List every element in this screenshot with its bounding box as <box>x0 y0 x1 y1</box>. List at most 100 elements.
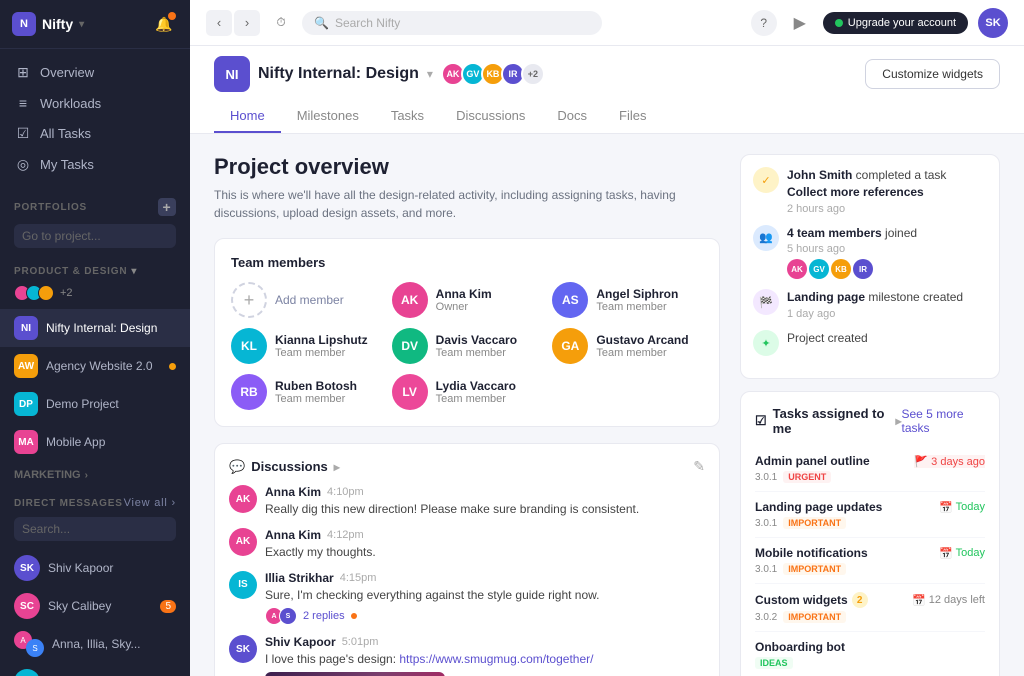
upgrade-btn[interactable]: Upgrade your account <box>823 12 968 34</box>
discussions-label: Discussions <box>251 459 328 474</box>
dm-view-all[interactable]: View all › <box>124 497 176 509</box>
team-av-ruben: RB <box>231 374 267 410</box>
msg-author-2: Anna Kim <box>265 528 321 542</box>
task-badge-custom: 2 <box>852 592 868 608</box>
activity-text-created: Project created <box>787 330 868 347</box>
notification-btn[interactable]: 🔔 <box>150 10 178 38</box>
msg-thread: AK Anna Kim 4:10pm Really dig this new d… <box>229 485 705 676</box>
replies-count[interactable]: 2 replies <box>303 610 345 622</box>
brand[interactable]: N Nifty ▾ <box>12 12 84 36</box>
team-name-davis: Davis Vaccaro <box>436 333 517 347</box>
back-btn[interactable]: ‹ <box>206 10 232 36</box>
tasks-card: ☑ Tasks assigned to me ▸ See 5 more task… <box>740 391 1000 676</box>
activity-text-milestone: Landing page milestone created <box>787 289 963 306</box>
discussions-edit-btn[interactable]: ✎ <box>693 458 705 475</box>
nav-all-tasks-label: All Tasks <box>40 126 91 141</box>
task-row-mobile: Mobile notifications 📅 Today <box>755 546 985 560</box>
search-input[interactable] <box>335 16 590 30</box>
play-btn[interactable]: ▶ <box>787 10 813 36</box>
portfolios-label: PORTFOLIOS <box>14 202 87 213</box>
msg-author-1: Anna Kim <box>265 485 321 499</box>
msg-time-2: 4:12pm <box>327 529 364 541</box>
msg-text-3: Sure, I'm checking everything against th… <box>265 587 705 604</box>
project-mobile[interactable]: MA Mobile App <box>0 423 190 461</box>
see-more-tasks[interactable]: See 5 more tasks <box>902 407 986 435</box>
activity-time-user: 5 hours ago <box>787 243 917 255</box>
task-row-admin: Admin panel outline 🚩 3 days ago <box>755 454 985 468</box>
activity-content-user: 4 team members joined 5 hours ago AK GV … <box>787 225 917 280</box>
overview-icon: ⊞ <box>14 64 32 81</box>
proj-avatar-ni: NI <box>14 316 38 340</box>
proj-name-ni: Nifty Internal: Design <box>46 321 176 335</box>
activity-text-task: John Smith completed a task Collect more… <box>787 167 987 201</box>
cal-icon-landing: 📅 <box>939 501 953 514</box>
dm-petar[interactable]: PV Petar Valchev <box>0 663 190 676</box>
task-name-custom: Custom widgets 2 <box>755 592 868 608</box>
team-davis: DV Davis Vaccaro Team member <box>392 328 543 364</box>
act-av-1: AK <box>787 259 807 279</box>
marketing-section[interactable]: MARKETING › <box>0 461 190 489</box>
upgrade-label: Upgrade your account <box>848 17 956 29</box>
page-body: Project overview This is where we'll hav… <box>190 134 1024 676</box>
help-btn[interactable]: ? <box>751 10 777 36</box>
tab-home[interactable]: Home <box>214 100 281 133</box>
cal-icon-custom: 📅 <box>912 594 926 607</box>
tab-files[interactable]: Files <box>603 100 662 133</box>
task-version-mobile: 3.0.1 <box>755 564 777 575</box>
product-design-section: PRODUCT & DESIGN ▾ <box>0 256 190 281</box>
task-row-custom: Custom widgets 2 📅 12 days left <box>755 592 985 608</box>
search-project[interactable] <box>0 220 190 256</box>
msg-text-4: I love this page's design: https://www.s… <box>265 651 705 668</box>
team-av-angel: AS <box>552 282 588 318</box>
dm-shiv[interactable]: SK Shiv Kapoor <box>0 549 190 587</box>
activity-icon-task: ✓ <box>753 167 779 193</box>
tab-tasks[interactable]: Tasks <box>375 100 440 133</box>
project-agency[interactable]: AW Agency Website 2.0 <box>0 347 190 385</box>
dm-sky[interactable]: SC Sky Calibey 5 <box>0 587 190 625</box>
search-project-input[interactable] <box>14 224 176 248</box>
proj-avatar-aw: AW <box>14 354 38 378</box>
team-role-angel: Team member <box>596 301 678 313</box>
team-title: Team members <box>231 255 703 270</box>
customize-btn[interactable]: Customize widgets <box>865 59 1000 89</box>
dm-search[interactable] <box>0 513 190 549</box>
tab-docs[interactable]: Docs <box>541 100 603 133</box>
overview-title: Project overview <box>214 154 720 180</box>
msg-link[interactable]: https://www.smugmug.com/together/ <box>399 652 593 666</box>
msg-author-3: Illia Strikhar <box>265 571 334 585</box>
fwd-btn[interactable]: › <box>234 10 260 36</box>
team-av-davis: DV <box>392 328 428 364</box>
task-name-mobile: Mobile notifications <box>755 546 868 560</box>
team-name-kianna: Kianna Lipshutz <box>275 333 368 347</box>
add-member-circle: + <box>231 282 267 318</box>
tab-discussions[interactable]: Discussions <box>440 100 541 133</box>
nav-workloads[interactable]: ≡ Workloads <box>0 88 190 118</box>
user-avatar[interactable]: SK <box>978 8 1008 38</box>
add-member-label: Add member <box>275 293 344 307</box>
project-demo[interactable]: DP Demo Project <box>0 385 190 423</box>
project-header: NI Nifty Internal: Design ▾ AK GV KB IR … <box>190 46 1024 134</box>
add-member[interactable]: + Add member <box>231 282 382 318</box>
add-portfolio-btn[interactable]: + <box>158 198 176 216</box>
nav-my-tasks[interactable]: ◎ My Tasks <box>0 149 190 180</box>
nav-overview[interactable]: ⊞ Overview <box>0 57 190 88</box>
task-custom: Custom widgets 2 📅 12 days left 3.0.2 IM… <box>755 584 985 632</box>
activity-content-created: Project created <box>787 330 868 356</box>
history-btn[interactable]: ⏱ <box>268 10 294 36</box>
msg-2: AK Anna Kim 4:12pm Exactly my thoughts. <box>229 528 705 561</box>
task-version-admin: 3.0.1 <box>755 472 777 483</box>
msg-header-2: Anna Kim 4:12pm <box>265 528 705 542</box>
tasks-header: ☑ Tasks assigned to me ▸ See 5 more task… <box>755 406 985 436</box>
dm-search-input[interactable] <box>14 517 176 541</box>
tab-milestones[interactable]: Milestones <box>281 100 375 133</box>
msg-time-4: 5:01pm <box>342 636 379 648</box>
team-info-kianna: Kianna Lipshutz Team member <box>275 333 368 359</box>
sidebar-icons: 🔔 <box>150 10 178 38</box>
search-bar[interactable]: 🔍 <box>302 11 602 35</box>
search-icon: 🔍 <box>314 16 329 30</box>
project-nifty-internal[interactable]: NI Nifty Internal: Design <box>0 309 190 347</box>
main-nav: ⊞ Overview ≡ Workloads ☑ All Tasks ◎ My … <box>0 49 190 188</box>
dm-group[interactable]: A S Anna, Illia, Sky... <box>0 625 190 663</box>
nav-all-tasks[interactable]: ☑ All Tasks <box>0 118 190 149</box>
team-ruben: RB Ruben Botosh Team member <box>231 374 382 410</box>
